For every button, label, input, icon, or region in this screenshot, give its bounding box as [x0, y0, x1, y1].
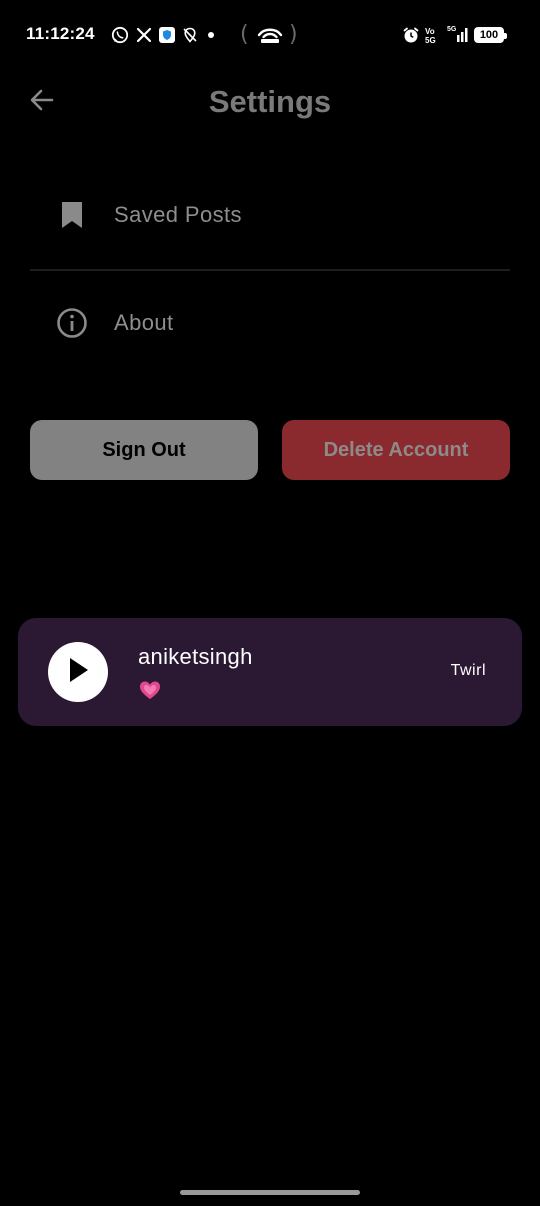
bookmark-icon: [30, 201, 114, 229]
home-indicator[interactable]: [180, 1190, 360, 1195]
menu-item-about[interactable]: About: [30, 283, 510, 363]
menu-item-label: Saved Posts: [114, 202, 242, 227]
hotspot-icon: [256, 25, 284, 50]
page-title: Settings: [208, 84, 332, 119]
menu-divider: [30, 269, 510, 271]
x-icon: [134, 25, 154, 45]
effect-label[interactable]: Twirl: [451, 662, 486, 680]
back-button[interactable]: [22, 82, 62, 122]
growing-heart-emoji: [138, 678, 162, 702]
notification-dot: [208, 32, 214, 38]
alarm-icon: [401, 25, 421, 45]
status-bar: 11:12:24 ( ) Vo 5G 5G 100: [0, 0, 540, 70]
location-off-icon: [181, 25, 199, 45]
arrow-left-icon: [28, 86, 56, 119]
now-playing-card[interactable]: aniketsingh Twirl: [18, 618, 522, 726]
menu-item-saved-posts[interactable]: Saved Posts: [30, 175, 510, 255]
player-title: aniketsingh: [138, 644, 253, 669]
volte-label: Vo: [425, 27, 435, 36]
menu-item-label: About: [114, 310, 174, 335]
play-button[interactable]: [48, 642, 108, 702]
hotspot-indicator: ( ): [240, 22, 298, 48]
info-icon: [30, 307, 114, 339]
shield-app-icon: [157, 25, 177, 45]
battery-level: 100: [479, 29, 499, 41]
whatsapp-icon: [110, 25, 130, 45]
sign-out-button[interactable]: Sign Out: [30, 420, 258, 480]
delete-account-button[interactable]: Delete Account: [282, 420, 510, 480]
play-icon: [66, 657, 90, 688]
status-time: 11:12:24: [26, 24, 95, 43]
volte-network-label: 5G: [425, 36, 436, 45]
signal-icon: [448, 25, 470, 45]
battery-icon: 100: [474, 27, 507, 43]
